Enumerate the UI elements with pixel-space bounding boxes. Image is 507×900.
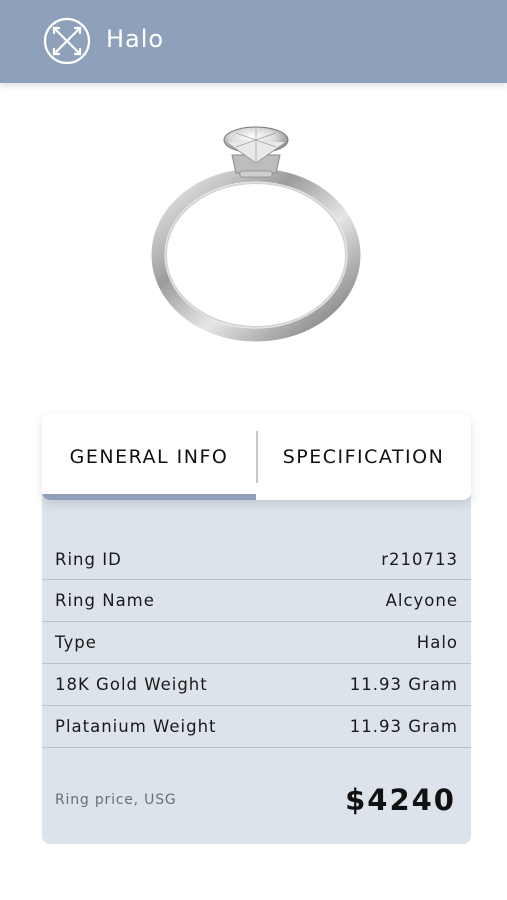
app-header: Halo [0, 0, 507, 83]
detail-value: Alcyone [385, 591, 458, 610]
detail-label: Platanium Weight [55, 717, 217, 736]
detail-row-ring-id: Ring ID r210713 [42, 540, 471, 580]
detail-row-type: Type Halo [42, 622, 471, 664]
detail-label: 18K Gold Weight [55, 675, 208, 694]
price-value: $4240 [345, 783, 456, 817]
detail-value: 11.93 Gram [349, 717, 458, 736]
detail-row-ring-name: Ring Name Alcyone [42, 580, 471, 622]
page-title: Halo [106, 25, 165, 53]
detail-value: r210713 [381, 550, 458, 569]
detail-row-platinum-weight: Platanium Weight 11.93 Gram [42, 706, 471, 748]
detail-value: 11.93 Gram [349, 675, 458, 694]
tab-bar: GENERAL INFO SPECIFICATION [42, 413, 471, 500]
details-list: Ring ID r210713 Ring Name Alcyone Type H… [42, 540, 471, 748]
solitaire-ring-image [151, 126, 361, 342]
crossed-tools-icon[interactable] [43, 17, 91, 65]
tab-specification[interactable]: SPECIFICATION [256, 413, 471, 500]
detail-label: Ring ID [55, 550, 122, 569]
detail-value: Halo [416, 633, 458, 652]
tab-general-info[interactable]: GENERAL INFO [42, 413, 256, 500]
detail-label: Ring Name [55, 591, 155, 610]
tab-divider [256, 431, 258, 483]
active-tab-indicator [42, 494, 256, 500]
price-label: Ring price, USG [55, 792, 177, 808]
price-row: Ring price, USG $4240 [42, 770, 471, 830]
detail-label: Type [55, 633, 97, 652]
detail-row-gold-weight: 18K Gold Weight 11.93 Gram [42, 664, 471, 706]
